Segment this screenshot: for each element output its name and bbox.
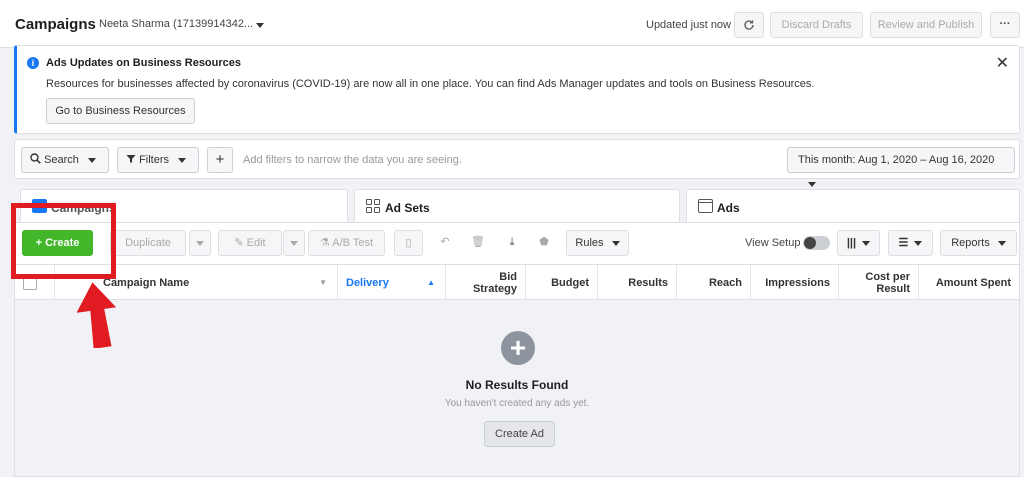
column-results[interactable]: Results: [598, 265, 677, 300]
column-label: Budget: [551, 276, 589, 289]
grid-icon: [366, 199, 381, 213]
edit-button[interactable]: ✎ Edit: [218, 230, 282, 256]
arrow-up-icon: [77, 282, 117, 348]
chevron-down-icon[interactable]: [256, 23, 264, 28]
empty-subtitle: You haven't created any ads yet.: [444, 398, 590, 409]
add-filter-button[interactable]: +: [207, 147, 233, 173]
chevron-down-icon: [178, 157, 187, 163]
chevron-down-icon: [997, 240, 1006, 246]
edit-dropdown[interactable]: [283, 230, 305, 256]
column-bid-strategy[interactable]: Bid Strategy: [446, 265, 526, 300]
filter-bar: Search Filters + Add filters to narrow t…: [14, 139, 1020, 187]
column-impressions[interactable]: Impressions: [751, 265, 839, 300]
archive-button[interactable]: ▯: [394, 230, 423, 256]
empty-title: No Results Found: [465, 378, 569, 392]
chevron-down-icon: [196, 240, 204, 246]
close-icon[interactable]: ✕: [996, 53, 1009, 73]
tag-icon: ⬟: [539, 236, 549, 248]
date-range-label: This month: Aug 1, 2020 – Aug 16, 2020: [798, 154, 995, 166]
column-label: Amount Spent: [935, 276, 1011, 289]
filter-hint[interactable]: Add filters to narrow the data you are s…: [243, 154, 462, 166]
tab-ad-sets[interactable]: Ad Sets: [354, 189, 680, 223]
banner-title: Ads Updates on Business Resources: [46, 57, 242, 69]
breakdown-icon: ☰: [898, 237, 909, 249]
undo-button[interactable]: ↶: [430, 230, 460, 256]
top-bar: Campaigns Neeta Sharma (17139914342... U…: [0, 0, 1024, 48]
trash-icon: 🗑︎: [471, 236, 485, 248]
discard-drafts-button[interactable]: Discard Drafts: [770, 12, 863, 38]
column-label: Delivery: [346, 276, 389, 289]
column-label: Reach: [708, 276, 742, 289]
column-label: Impressions: [765, 276, 830, 289]
archive-icon: ▯: [405, 237, 412, 249]
flask-icon: ⚗: [319, 237, 333, 249]
updated-status: Updated just now: [646, 19, 731, 31]
column-amount-spent[interactable]: Amount Spent: [919, 265, 1019, 300]
filter-icon: [126, 155, 136, 163]
duplicate-button[interactable]: Duplicate: [110, 230, 186, 256]
export-button[interactable]: ⤓: [497, 230, 527, 256]
review-publish-button[interactable]: Review and Publish: [870, 12, 982, 38]
column-label: Bid Strategy: [472, 270, 517, 295]
page-title: Campaigns: [15, 16, 96, 33]
reports-button[interactable]: Reports: [940, 230, 1017, 256]
campaigns-panel: + Create Duplicate ✎ Edit ⚗ A/B Test ▯ ↶…: [14, 222, 1020, 477]
chevron-down-icon: [862, 240, 871, 246]
refresh-icon: [744, 20, 754, 30]
info-icon: i: [27, 57, 39, 69]
reports-label: Reports: [951, 237, 990, 249]
sort-icon: ▲: [427, 278, 435, 287]
rules-label: Rules: [575, 237, 604, 249]
columns-icon: |||: [846, 237, 857, 249]
delete-button[interactable]: 🗑︎: [464, 230, 492, 256]
filters-label: Filters: [139, 154, 170, 166]
empty-state: + No Results Found You haven't created a…: [15, 300, 1019, 476]
create-ad-button[interactable]: Create Ad: [484, 421, 555, 447]
search-button[interactable]: Search: [21, 147, 109, 173]
chevron-down-icon: [87, 157, 96, 163]
filters-button[interactable]: Filters: [117, 147, 199, 173]
refresh-button[interactable]: [734, 12, 764, 38]
column-cost-per-result[interactable]: Cost per Result: [839, 265, 919, 300]
breakdown-button[interactable]: ☰: [888, 230, 933, 256]
chevron-down-icon: [611, 240, 620, 246]
edit-label: Edit: [246, 237, 266, 249]
date-range-selector[interactable]: This month: Aug 1, 2020 – Aug 16, 2020: [787, 147, 1015, 187]
ad-icon: [698, 199, 713, 213]
account-selector[interactable]: Neeta Sharma (17139914342...: [99, 18, 253, 30]
column-delivery[interactable]: Delivery ▲: [338, 265, 446, 300]
column-label: Results: [628, 276, 668, 289]
columns-button[interactable]: |||: [837, 230, 880, 256]
tag-button[interactable]: ⬟: [530, 230, 558, 256]
chevron-down-icon: [290, 240, 298, 246]
tab-ads-label: Ads: [717, 201, 740, 215]
business-resources-button[interactable]: Go to Business Resources: [46, 98, 195, 124]
info-banner: i Ads Updates on Business Resources Reso…: [14, 45, 1020, 134]
undo-icon: ↶: [440, 236, 450, 248]
column-budget[interactable]: Budget: [526, 265, 598, 300]
pencil-icon: ✎: [234, 237, 247, 249]
duplicate-label: Duplicate: [125, 237, 171, 249]
sort-icon: ▼: [319, 278, 327, 287]
chevron-down-icon: [914, 240, 923, 246]
search-label: Search: [44, 154, 79, 166]
rules-button[interactable]: Rules: [566, 230, 629, 256]
table-header: Campaign Name ▼ Delivery ▲ Bid Strategy …: [15, 264, 1019, 300]
view-setup-toggle[interactable]: [803, 236, 830, 250]
more-options-button[interactable]: ···: [990, 12, 1020, 38]
plus-circle-icon: +: [501, 331, 535, 365]
chevron-down-icon: [808, 181, 816, 187]
highlight-box: [11, 203, 116, 279]
search-icon: [30, 153, 41, 164]
column-reach[interactable]: Reach: [677, 265, 751, 300]
tab-ads[interactable]: Ads: [686, 189, 1020, 223]
duplicate-dropdown[interactable]: [189, 230, 211, 256]
view-setup-label: View Setup: [745, 237, 801, 249]
ab-test-label: A/B Test: [332, 237, 374, 249]
ab-test-button[interactable]: ⚗ A/B Test: [308, 230, 385, 256]
export-icon: ⤓: [509, 236, 515, 248]
column-label: Cost per Result: [865, 270, 910, 295]
banner-text: Resources for businesses affected by cor…: [46, 78, 815, 90]
tab-ad-sets-label: Ad Sets: [385, 201, 430, 215]
